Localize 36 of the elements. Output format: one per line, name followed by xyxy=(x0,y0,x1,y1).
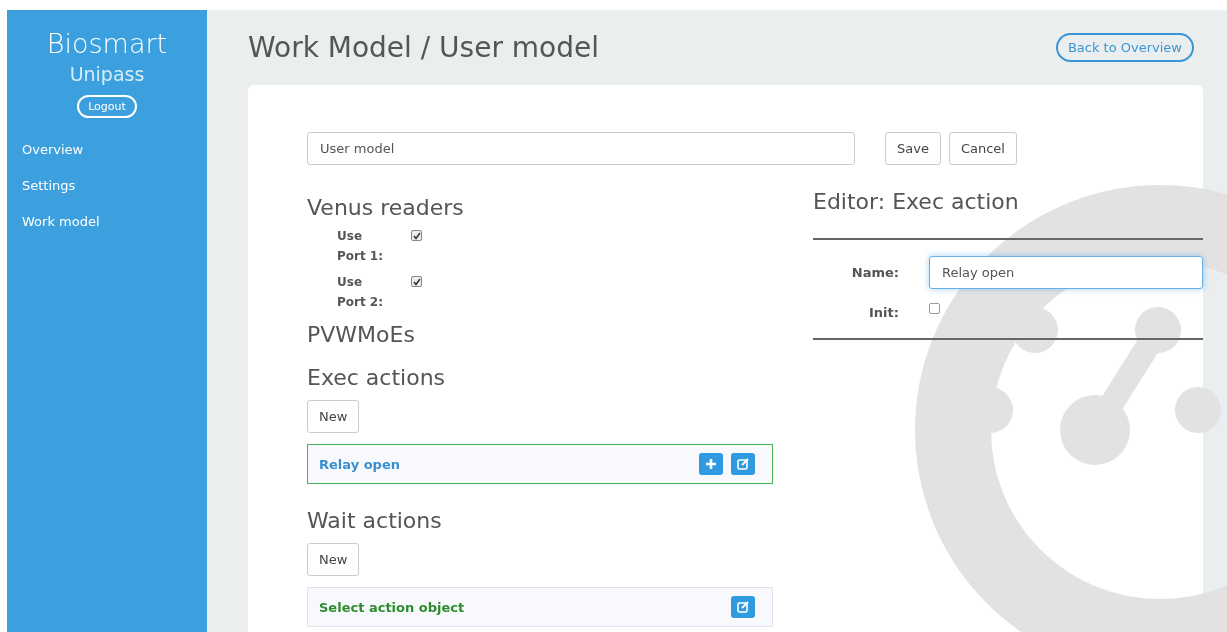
new-button[interactable]: New xyxy=(307,543,360,576)
model-name-field[interactable]: User model xyxy=(307,132,855,165)
section-heading: PVWMoEs xyxy=(307,322,416,347)
section-heading: Exec actions xyxy=(307,365,447,390)
nav-link[interactable]: Overview xyxy=(22,142,84,157)
page-title: Work Model / User model xyxy=(248,31,599,64)
edit-button[interactable] xyxy=(731,596,755,618)
cancel-button[interactable]: Cancel xyxy=(948,132,1017,165)
action-item[interactable]: Relay open xyxy=(307,444,773,484)
nav-link[interactable]: Work model xyxy=(22,214,100,229)
checkbox[interactable] xyxy=(411,276,422,287)
init-label: Init: xyxy=(868,305,899,320)
section-heading: Venus readers xyxy=(307,195,465,220)
port-label: Use Port 1: xyxy=(337,228,385,265)
back-button[interactable]: Back to Overview xyxy=(1055,33,1194,62)
plus-icon xyxy=(705,458,717,470)
name-field[interactable]: Relay open xyxy=(929,256,1203,289)
brand-title: Biosmart xyxy=(46,28,168,59)
port-label: Use Port 2: xyxy=(337,274,385,311)
product-name: Unipass xyxy=(69,63,145,85)
nav-link[interactable]: Settings xyxy=(22,178,76,193)
edit-button[interactable] xyxy=(731,453,755,475)
save-button[interactable]: Save xyxy=(885,132,941,165)
new-button[interactable]: New xyxy=(307,400,360,433)
edit-icon xyxy=(737,458,749,470)
add-button[interactable] xyxy=(699,453,723,475)
editor-heading: Editor: Exec action xyxy=(813,189,1020,214)
logout-button[interactable]: Logout xyxy=(77,95,137,118)
action-item[interactable]: Select action object xyxy=(307,587,773,627)
name-label: Name: xyxy=(850,265,899,280)
checkbox[interactable] xyxy=(411,230,422,241)
action-label: Select action object xyxy=(319,599,466,615)
section-heading: Wait actions xyxy=(307,508,443,533)
action-label: Relay open xyxy=(319,456,401,472)
edit-icon xyxy=(737,601,749,613)
checkbox[interactable] xyxy=(929,303,940,314)
